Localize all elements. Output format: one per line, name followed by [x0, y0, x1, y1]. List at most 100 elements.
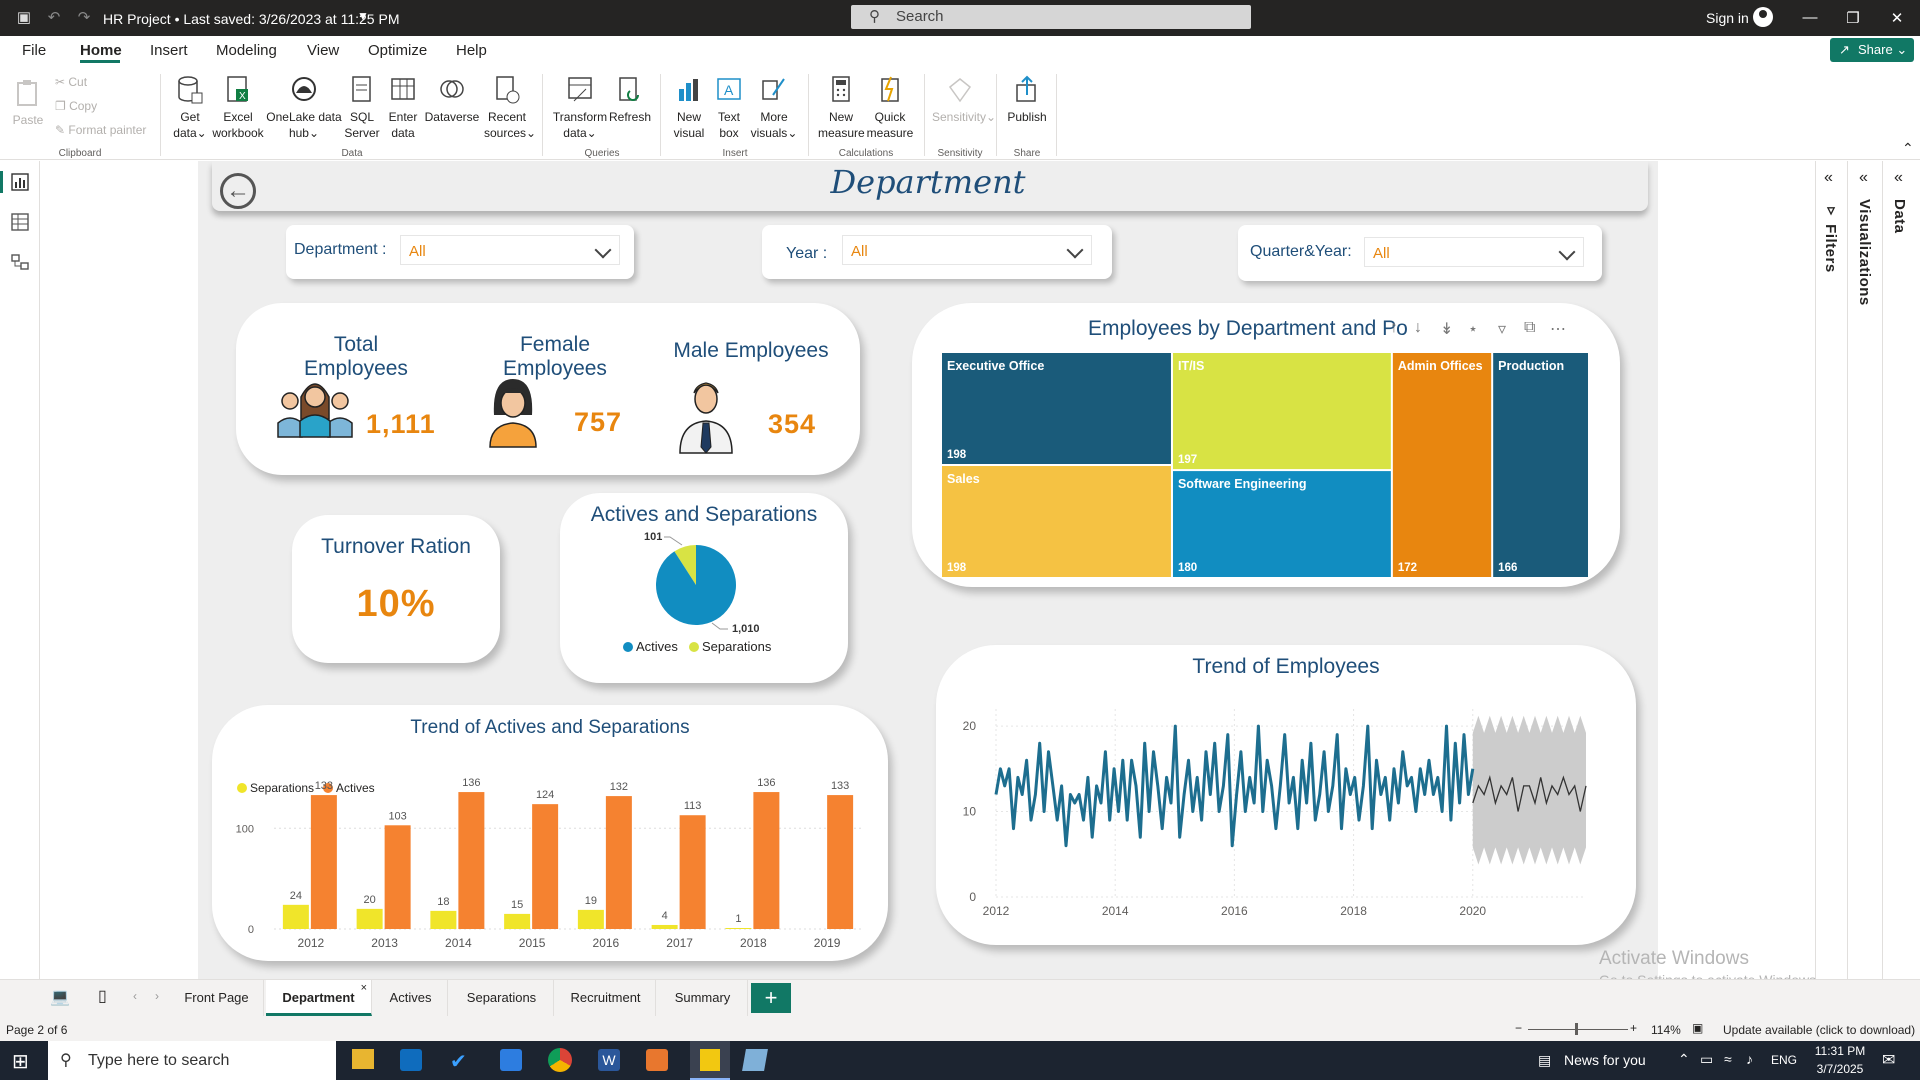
excel-workbook-button[interactable]: X Excel workbook: [210, 75, 266, 141]
tab-department[interactable]: Department ×: [266, 980, 372, 1016]
zoom-out-icon[interactable]: −: [1515, 1021, 1522, 1035]
tab-separations[interactable]: Separations: [450, 980, 554, 1016]
actives-separations-bar-card[interactable]: Trend of Actives and Separations Separat…: [212, 705, 888, 961]
windows-start-icon[interactable]: ⊞: [12, 1049, 29, 1074]
year-dropdown[interactable]: All: [842, 235, 1092, 265]
cut-button[interactable]: ✂ Cut: [55, 75, 87, 89]
recent-sources-button[interactable]: Recent sources⌄: [484, 75, 536, 141]
powerbi-taskbar-button[interactable]: [690, 1041, 730, 1080]
share-button[interactable]: ↗ Share ⌄: [1830, 38, 1914, 62]
calendar-icon[interactable]: [500, 1049, 522, 1071]
minimize-icon[interactable]: —: [1800, 9, 1820, 26]
menu-home[interactable]: Home: [80, 42, 122, 59]
drill-down-icon[interactable]: ↓: [1414, 319, 1422, 337]
new-visual-button[interactable]: New visual: [670, 75, 708, 141]
get-data-button[interactable]: Get data⌄: [168, 75, 212, 141]
trend-employees-card[interactable]: Trend of Employees 0 10 20 2012 2014 2016 2018…: [936, 645, 1636, 945]
publish-button[interactable]: Publish: [1004, 75, 1050, 125]
visualizations-pane-toggle[interactable]: « Visualizations: [1851, 161, 1883, 979]
language-indicator[interactable]: ENG: [1771, 1053, 1797, 1067]
news-icon[interactable]: ▤: [1538, 1052, 1551, 1069]
close-tab-icon[interactable]: ×: [361, 970, 367, 1006]
close-icon[interactable]: ✕: [1887, 9, 1907, 27]
todo-icon[interactable]: ✔: [450, 1049, 472, 1073]
sql-server-button[interactable]: SQL Server: [342, 75, 382, 141]
menu-view[interactable]: View: [307, 42, 339, 59]
search-input[interactable]: ⚲ Search: [851, 5, 1251, 29]
restore-icon[interactable]: ❐: [1843, 9, 1863, 27]
more-options-icon[interactable]: ⋯: [1550, 319, 1566, 339]
text-box-button[interactable]: A Text box: [710, 75, 748, 141]
data-pane-toggle[interactable]: « Data: [1886, 161, 1918, 979]
desktop-layout-icon[interactable]: 💻: [50, 987, 70, 1007]
scroll-right-icon[interactable]: ›: [155, 989, 159, 1003]
notifications-icon[interactable]: ✉: [1882, 1050, 1895, 1070]
chevron-down-icon[interactable]: ▼: [357, 9, 369, 23]
actives-separations-pie-card[interactable]: Actives and Separations 101 1,010 Actives S…: [560, 493, 848, 683]
sign-in-link[interactable]: Sign in: [1706, 10, 1749, 26]
scroll-left-icon[interactable]: ‹: [133, 989, 137, 1003]
zoom-in-icon[interactable]: +: [1630, 1021, 1637, 1035]
clock-date[interactable]: 3/7/2025: [1810, 1062, 1870, 1076]
news-label[interactable]: News for you: [1564, 1052, 1646, 1068]
table-view-icon[interactable]: [10, 213, 30, 231]
transform-data-button[interactable]: Transform data⌄: [552, 75, 608, 141]
file-explorer-icon[interactable]: [352, 1049, 374, 1069]
save-icon[interactable]: ▣: [14, 8, 34, 28]
tab-summary[interactable]: Summary: [658, 980, 748, 1016]
focus-mode-icon[interactable]: ⧉: [1524, 319, 1535, 337]
expand-all-icon[interactable]: ↡: [1440, 319, 1453, 339]
filters-pane-toggle[interactable]: « ▿ Filters: [1816, 161, 1848, 979]
report-view-icon[interactable]: [10, 173, 30, 191]
tab-front-page[interactable]: Front Page: [170, 980, 264, 1016]
add-page-button[interactable]: +: [751, 983, 791, 1013]
tab-actives[interactable]: Actives: [374, 980, 448, 1016]
paste-button[interactable]: Paste: [10, 78, 46, 128]
undo-icon[interactable]: ↶: [44, 8, 64, 28]
battery-icon[interactable]: ▭: [1700, 1051, 1713, 1068]
enter-data-button[interactable]: Enter data: [384, 75, 422, 141]
expand-hierarchy-icon[interactable]: ⋆: [1468, 319, 1478, 339]
menu-optimize[interactable]: Optimize: [368, 42, 427, 59]
quarter-year-dropdown[interactable]: All: [1364, 237, 1584, 267]
filter-icon[interactable]: ▿: [1498, 319, 1506, 339]
word-icon[interactable]: W: [598, 1049, 620, 1071]
quick-measure-button[interactable]: Quick measure: [866, 75, 914, 141]
fit-to-page-icon[interactable]: ▣: [1692, 1021, 1703, 1035]
menu-modeling[interactable]: Modeling: [216, 42, 277, 59]
department-dropdown[interactable]: All: [400, 235, 620, 265]
outlook-icon[interactable]: [400, 1049, 422, 1071]
department-slicer[interactable]: Department : All: [286, 225, 634, 279]
document-title[interactable]: HR Project • Last saved: 3/26/2023 at 11…: [103, 11, 399, 27]
avatar-icon[interactable]: [1753, 7, 1773, 27]
quarter-year-slicer[interactable]: Quarter&Year: All: [1238, 225, 1602, 281]
year-slicer[interactable]: Year : All: [762, 225, 1112, 279]
tray-chevron-icon[interactable]: ⌃: [1678, 1051, 1690, 1068]
copy-button[interactable]: ❐ Copy: [55, 99, 97, 113]
powerpoint-icon[interactable]: [646, 1049, 668, 1071]
redo-icon[interactable]: ↷: [74, 8, 94, 28]
volume-icon[interactable]: ♪: [1746, 1051, 1753, 1067]
collapse-ribbon-icon[interactable]: ⌃: [1902, 140, 1914, 157]
sensitivity-button[interactable]: Sensitivity⌄: [932, 75, 996, 125]
more-visuals-button[interactable]: More visuals⌄: [748, 75, 800, 141]
dataverse-button[interactable]: Dataverse: [422, 75, 482, 125]
drill-up-icon[interactable]: ↑: [1390, 319, 1398, 337]
zoom-slider[interactable]: [1528, 1029, 1628, 1030]
tab-recruitment[interactable]: Recruitment: [556, 980, 656, 1016]
onelake-button[interactable]: OneLake data hub⌄: [266, 75, 342, 141]
treemap-card[interactable]: Employees by Department and Po ↑ ↓ ↡ ⋆ ▿…: [912, 303, 1620, 587]
mobile-layout-icon[interactable]: ▯: [98, 986, 107, 1006]
update-notice[interactable]: Update available (click to download): [1723, 1023, 1915, 1037]
turnover-card[interactable]: Turnover Ration 10%: [292, 515, 500, 663]
model-view-icon[interactable]: [10, 253, 30, 271]
refresh-button[interactable]: Refresh: [608, 75, 652, 125]
zoom-slider-handle[interactable]: [1575, 1023, 1578, 1035]
chrome-icon[interactable]: [548, 1048, 572, 1072]
menu-help[interactable]: Help: [456, 42, 487, 59]
menu-insert[interactable]: Insert: [150, 42, 188, 59]
employee-kpi-card[interactable]: Total Employees Female Employees Male Em…: [236, 303, 860, 475]
clock-time[interactable]: 11:31 PM: [1810, 1044, 1870, 1058]
wifi-icon[interactable]: ≈: [1724, 1051, 1732, 1067]
format-painter-button[interactable]: ✎ Format painter: [55, 123, 146, 137]
